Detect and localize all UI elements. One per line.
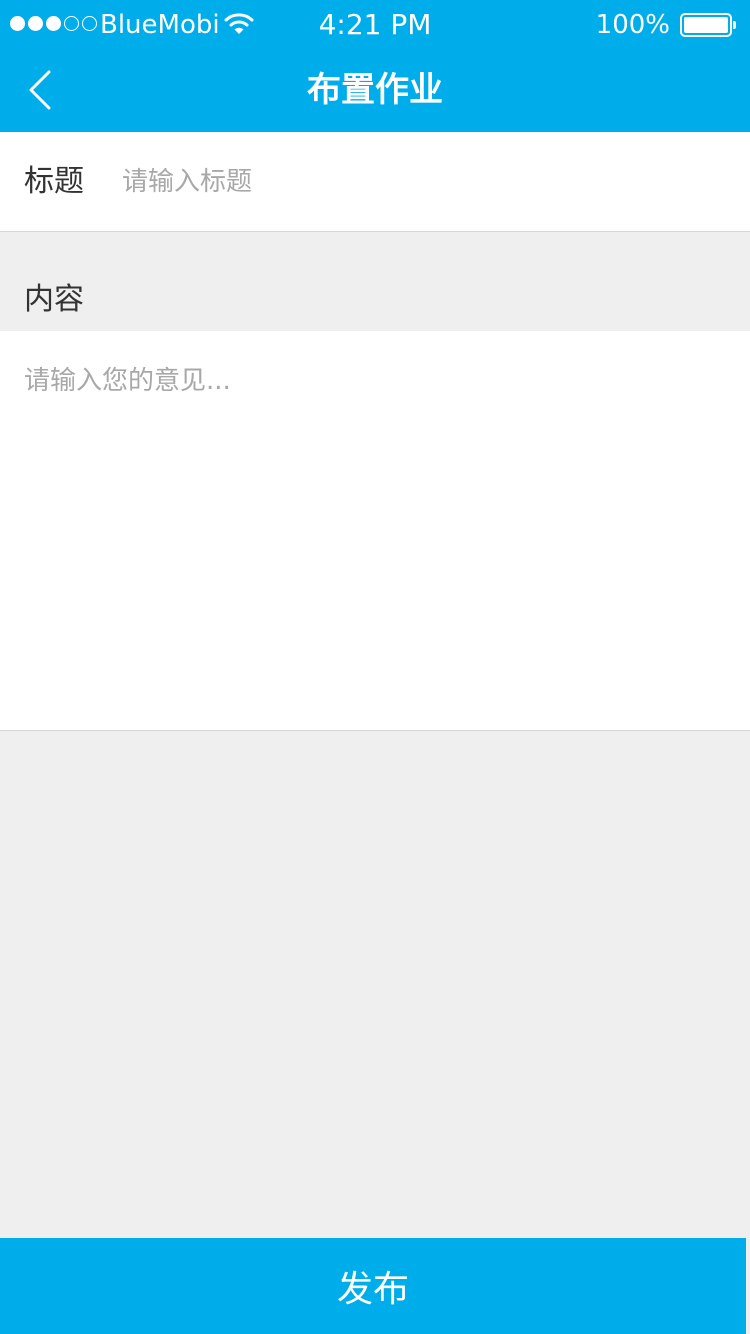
title-label: 标题 xyxy=(24,164,84,199)
status-bar: BlueMobi 4:21 PM 100% xyxy=(0,0,750,50)
title-input[interactable] xyxy=(122,158,722,206)
battery-percentage: 100% xyxy=(595,10,670,40)
header: BlueMobi 4:21 PM 100% 布置作业 xyxy=(0,0,750,132)
content-label: 内容 xyxy=(24,282,84,317)
navigation-bar: 布置作业 xyxy=(0,50,750,132)
assign-homework-screen: BlueMobi 4:21 PM 100% 布置作业 标题 请输入标题 内容 请… xyxy=(0,0,750,1334)
title-field-row: 标题 xyxy=(0,132,750,232)
battery-icon xyxy=(680,13,736,37)
publish-button[interactable]: 发布 xyxy=(0,1238,746,1334)
battery-level xyxy=(684,17,728,33)
content-field-box xyxy=(0,331,750,731)
content-textarea[interactable] xyxy=(24,361,724,711)
page-title: 布置作业 xyxy=(307,70,443,110)
